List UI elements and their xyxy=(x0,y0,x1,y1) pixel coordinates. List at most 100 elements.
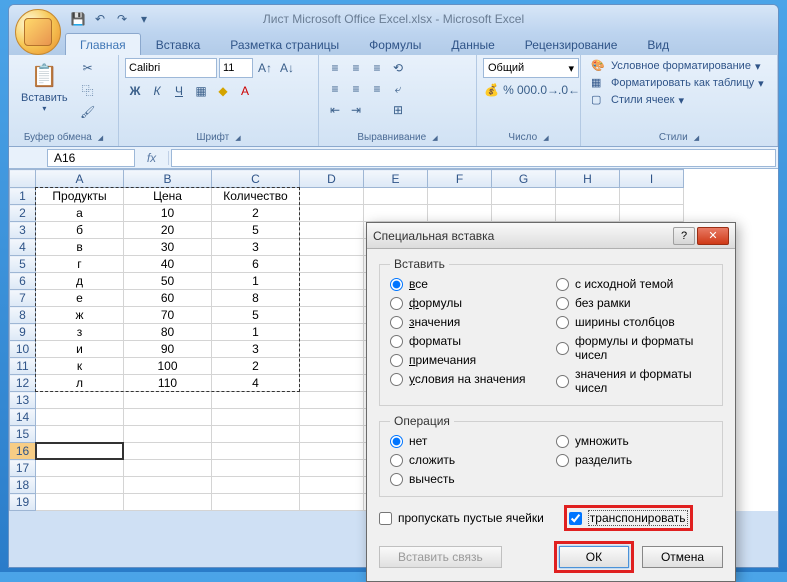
cell-D5[interactable] xyxy=(300,256,364,273)
cell-C6[interactable]: 1 xyxy=(212,273,300,290)
col-header-G[interactable]: G xyxy=(492,170,556,188)
comma-icon[interactable]: 000 xyxy=(517,80,537,100)
cell-B16[interactable] xyxy=(124,443,212,460)
row-header-3[interactable]: 3 xyxy=(10,222,36,239)
paste-option-3[interactable]: формулы и форматы чисел xyxy=(556,334,712,362)
paste-option-1[interactable]: формулы xyxy=(390,296,546,310)
cell-C17[interactable] xyxy=(212,460,300,477)
cell-C3[interactable]: 5 xyxy=(212,222,300,239)
row-header-12[interactable]: 12 xyxy=(10,375,36,392)
paste-option-3[interactable]: форматы xyxy=(390,334,546,348)
cell-D13[interactable] xyxy=(300,392,364,409)
align-middle-icon[interactable]: ≡ xyxy=(346,58,366,78)
cell-D1[interactable] xyxy=(300,188,364,205)
help-button[interactable]: ? xyxy=(673,227,695,245)
shrink-font-icon[interactable]: A↓ xyxy=(277,58,297,78)
cell-A12[interactable]: л xyxy=(36,375,124,392)
cell-A1[interactable]: Продукты xyxy=(36,188,124,205)
decrease-decimal-icon[interactable]: .0← xyxy=(559,80,579,100)
op-option-0[interactable]: умножить xyxy=(556,434,712,448)
fill-color-icon[interactable]: ◆ xyxy=(213,81,233,101)
tab-data[interactable]: Данные xyxy=(436,33,509,55)
decrease-indent-icon[interactable]: ⇤ xyxy=(325,100,345,120)
row-header-8[interactable]: 8 xyxy=(10,307,36,324)
cell-B17[interactable] xyxy=(124,460,212,477)
cell-C2[interactable]: 2 xyxy=(212,205,300,222)
font-size-combo[interactable] xyxy=(219,58,253,78)
cell-A6[interactable]: д xyxy=(36,273,124,290)
col-header-D[interactable]: D xyxy=(300,170,364,188)
cell-D14[interactable] xyxy=(300,409,364,426)
cell-C12[interactable]: 4 xyxy=(212,375,300,392)
percent-icon[interactable]: % xyxy=(501,80,516,100)
formula-bar[interactable] xyxy=(171,149,776,167)
cell-D19[interactable] xyxy=(300,494,364,511)
align-left-icon[interactable]: ≡ xyxy=(325,79,345,99)
cell-D17[interactable] xyxy=(300,460,364,477)
copy-icon[interactable]: ⿻ xyxy=(78,80,98,100)
cell-B15[interactable] xyxy=(124,426,212,443)
cell-A9[interactable]: з xyxy=(36,324,124,341)
row-header-6[interactable]: 6 xyxy=(10,273,36,290)
cell-C4[interactable]: 3 xyxy=(212,239,300,256)
row-header-7[interactable]: 7 xyxy=(10,290,36,307)
format-painter-icon[interactable]: 🖌 xyxy=(78,102,98,122)
cell-A4[interactable]: в xyxy=(36,239,124,256)
cell-C7[interactable]: 8 xyxy=(212,290,300,307)
cancel-button[interactable]: Отмена xyxy=(642,546,723,568)
paste-button[interactable]: 📋 Вставить ▾ xyxy=(15,58,74,115)
cell-B11[interactable]: 100 xyxy=(124,358,212,375)
row-header-16[interactable]: 16 xyxy=(10,443,36,460)
cell-C1[interactable]: Количество xyxy=(212,188,300,205)
font-color-icon[interactable]: A xyxy=(235,81,255,101)
cell-C18[interactable] xyxy=(212,477,300,494)
cell-B19[interactable] xyxy=(124,494,212,511)
cell-B6[interactable]: 50 xyxy=(124,273,212,290)
row-header-4[interactable]: 4 xyxy=(10,239,36,256)
undo-icon[interactable]: ↶ xyxy=(91,10,109,28)
cell-A8[interactable]: ж xyxy=(36,307,124,324)
cell-D10[interactable] xyxy=(300,341,364,358)
cell-C19[interactable] xyxy=(212,494,300,511)
paste-option-4[interactable]: примечания xyxy=(390,353,546,367)
paste-option-0[interactable]: с исходной темой xyxy=(556,277,712,291)
col-header-I[interactable]: I xyxy=(620,170,684,188)
number-format-combo[interactable]: Общий▾ xyxy=(483,58,579,78)
fx-icon[interactable]: fx xyxy=(135,151,169,165)
cell-A13[interactable] xyxy=(36,392,124,409)
cell-G2[interactable] xyxy=(492,205,556,222)
cell-B8[interactable]: 70 xyxy=(124,307,212,324)
close-button[interactable]: ✕ xyxy=(697,227,729,245)
orientation-icon[interactable]: ⟲ xyxy=(388,58,408,78)
cell-B7[interactable]: 60 xyxy=(124,290,212,307)
align-center-icon[interactable]: ≡ xyxy=(346,79,366,99)
cell-styles-button[interactable]: ▢Стили ячеек ▾ xyxy=(587,92,768,108)
grow-font-icon[interactable]: A↑ xyxy=(255,58,275,78)
transpose-checkbox[interactable]: транспонировать xyxy=(569,510,688,526)
paste-option-2[interactable]: значения xyxy=(390,315,546,329)
cell-A2[interactable]: а xyxy=(36,205,124,222)
cell-B10[interactable]: 90 xyxy=(124,341,212,358)
col-header-F[interactable]: F xyxy=(428,170,492,188)
paste-option-1[interactable]: без рамки xyxy=(556,296,712,310)
dialog-titlebar[interactable]: Специальная вставка ? ✕ xyxy=(367,223,735,249)
cell-B1[interactable]: Цена xyxy=(124,188,212,205)
cell-C5[interactable]: 6 xyxy=(212,256,300,273)
row-header-13[interactable]: 13 xyxy=(10,392,36,409)
cell-I2[interactable] xyxy=(620,205,684,222)
paste-option-0[interactable]: все xyxy=(390,277,546,291)
cell-A7[interactable]: е xyxy=(36,290,124,307)
cell-A14[interactable] xyxy=(36,409,124,426)
font-name-combo[interactable] xyxy=(125,58,217,78)
col-header-E[interactable]: E xyxy=(364,170,428,188)
row-header-19[interactable]: 19 xyxy=(10,494,36,511)
ok-button[interactable]: ОК xyxy=(559,546,629,568)
cell-H2[interactable] xyxy=(556,205,620,222)
increase-indent-icon[interactable]: ⇥ xyxy=(346,100,366,120)
cell-D2[interactable] xyxy=(300,205,364,222)
tab-view[interactable]: Вид xyxy=(632,33,684,55)
tab-formulas[interactable]: Формулы xyxy=(354,33,436,55)
cell-D8[interactable] xyxy=(300,307,364,324)
cell-C15[interactable] xyxy=(212,426,300,443)
op-option-1[interactable]: сложить xyxy=(390,453,546,467)
